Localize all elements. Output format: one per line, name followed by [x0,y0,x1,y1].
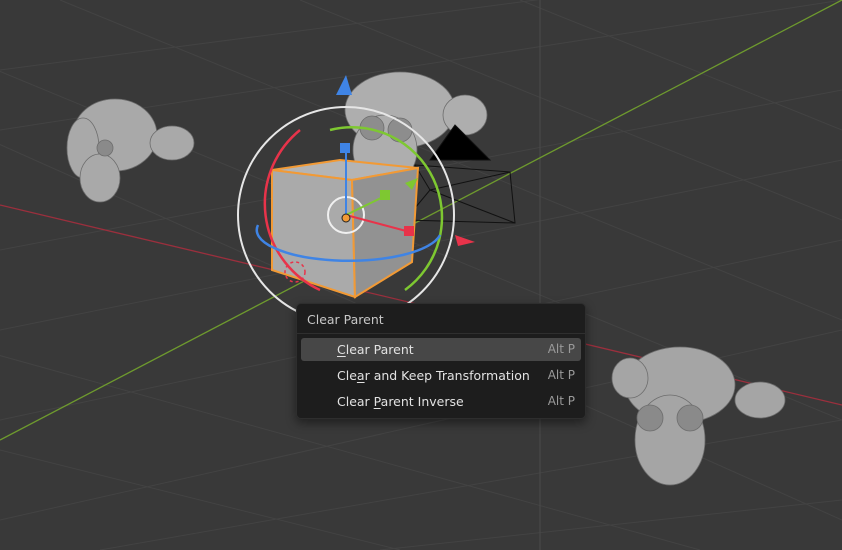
menu-item-label: Clear Parent Inverse [337,394,464,409]
menu-item-clear-parent-inverse[interactable]: Clear Parent Inverse Alt P [301,390,581,413]
monkey-left [66,98,195,203]
menu-item-shortcut: Alt P [547,342,575,356]
3d-viewport[interactable] [0,0,842,550]
menu-item-clear-parent[interactable]: Clear Parent Alt P [301,338,581,361]
monkey-right [611,346,786,486]
menu-item-label: Clear Parent [337,342,414,357]
viewport-scene [0,0,842,550]
menu-item-label: Clear and Keep Transformation [337,368,530,383]
menu-item-clear-keep-transformation[interactable]: Clear and Keep Transformation Alt P [301,364,581,387]
menu-title: Clear Parent [297,304,585,334]
menu-item-shortcut: Alt P [547,394,575,408]
clear-parent-menu: Clear Parent Clear Parent Alt P Clear an… [296,303,586,419]
menu-item-shortcut: Alt P [547,368,575,382]
